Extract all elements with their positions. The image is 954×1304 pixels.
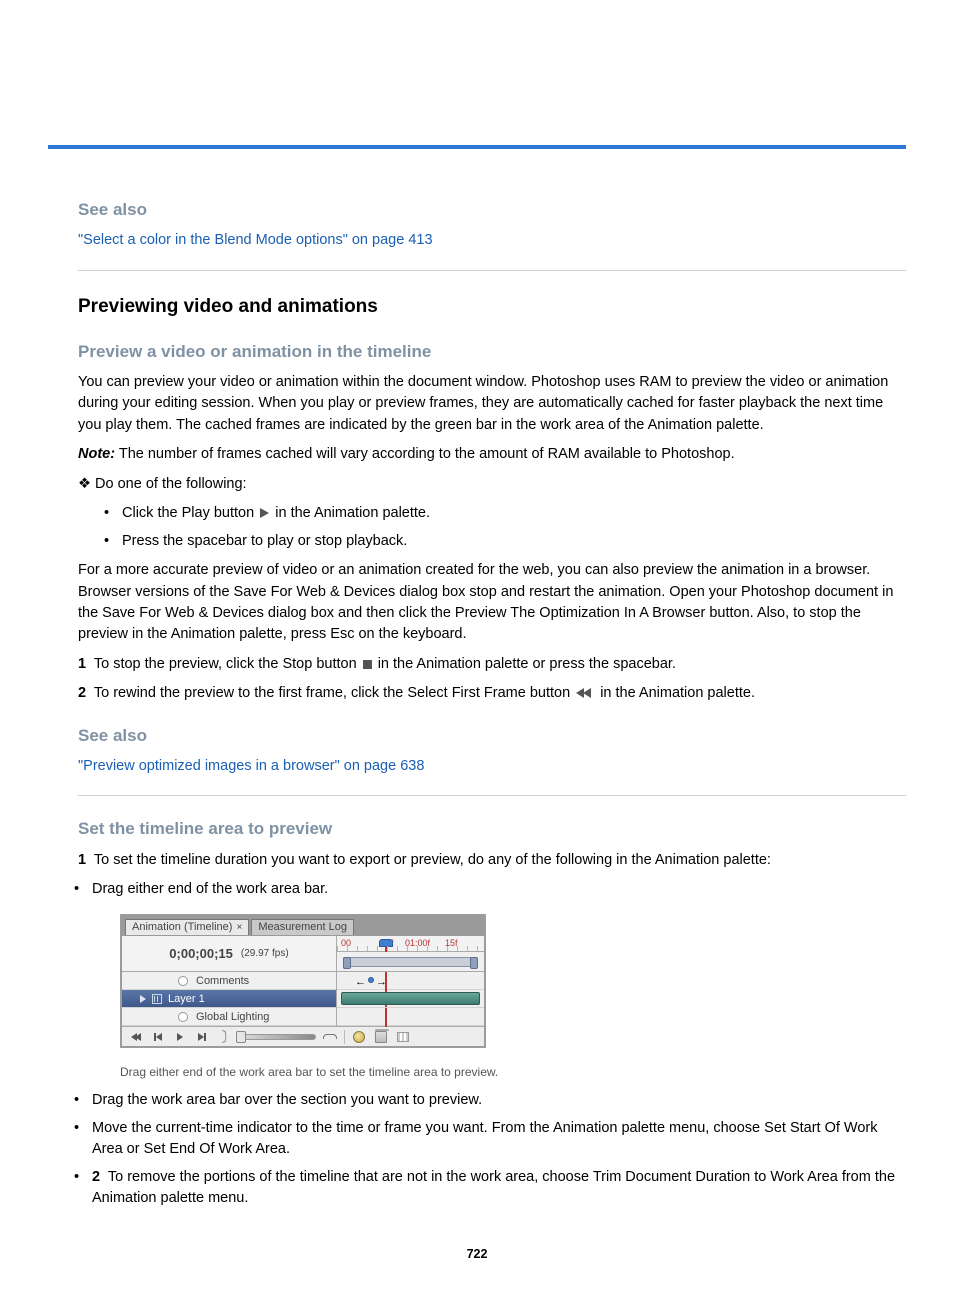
see-also-link-1[interactable]: "Select a color in the Blend Mode option… xyxy=(78,232,433,248)
list-item: Drag the work area bar over the section … xyxy=(92,1090,906,1111)
panel-tabs: Animation (Timeline) × Measurement Log xyxy=(122,916,484,936)
zoom-slider[interactable] xyxy=(238,1034,316,1040)
select-previous-frame-button[interactable] xyxy=(150,1030,166,1044)
see-also-link-2[interactable]: "Preview optimized images in a browser" … xyxy=(78,758,424,774)
close-icon[interactable]: × xyxy=(236,922,242,933)
track-row-bg xyxy=(337,1008,484,1026)
track-global-lighting[interactable]: Global Lighting xyxy=(122,1008,336,1026)
play-button[interactable] xyxy=(172,1030,188,1044)
step-number: 2 xyxy=(92,1169,100,1185)
bullet-text: Click the Play button xyxy=(122,505,254,521)
section-title: Previewing video and animations xyxy=(78,293,906,321)
see-also-heading: See also xyxy=(78,723,906,748)
audio-toggle-button[interactable] xyxy=(216,1030,232,1044)
track-label: Comments xyxy=(196,973,249,989)
tab-measurement-log[interactable]: Measurement Log xyxy=(251,919,354,935)
subsection-set-timeline-area: Set the timeline area to preview xyxy=(78,816,906,841)
divider xyxy=(78,795,906,796)
figure-caption: Drag either end of the work area bar to … xyxy=(120,1064,906,1082)
list-item: Move the current-time indicator to the t… xyxy=(92,1118,906,1161)
stopwatch-icon[interactable] xyxy=(178,1012,188,1022)
delete-button[interactable] xyxy=(373,1030,389,1044)
list-item: 2 To remove the portions of the timeline… xyxy=(92,1167,906,1210)
step-text: To stop the preview, click the Stop butt… xyxy=(94,656,357,672)
stop-icon xyxy=(363,660,372,669)
ruler-tick: 00 xyxy=(341,937,351,950)
animation-palette-figure: Animation (Timeline) × Measurement Log 0;… xyxy=(120,914,486,1048)
page-number: 722 xyxy=(48,1245,906,1264)
disclosure-triangle-icon[interactable] xyxy=(140,995,146,1003)
list-item: Drag either end of the work area bar. xyxy=(92,879,906,900)
step-number: 1 xyxy=(78,656,86,672)
body-paragraph: You can preview your video or animation … xyxy=(78,372,906,436)
track-label: Layer 1 xyxy=(168,991,205,1007)
work-area-end-handle[interactable] xyxy=(470,957,478,969)
step-number: 1 xyxy=(78,852,86,868)
rewind-icon xyxy=(576,688,594,698)
onion-skin-button[interactable] xyxy=(351,1030,367,1044)
step-text: in the Animation palette or press the sp… xyxy=(378,656,676,672)
subsection-preview-timeline: Preview a video or animation in the time… xyxy=(78,339,906,364)
ruler-tick: 01:00f xyxy=(405,937,430,950)
bullet-text: in the Animation palette. xyxy=(275,505,430,521)
select-next-frame-button[interactable] xyxy=(194,1030,210,1044)
time-ruler[interactable]: 00 05f 01:00f 15f xyxy=(337,936,484,952)
tab-label: Animation (Timeline) xyxy=(132,921,232,933)
note: Note: The number of frames cached will v… xyxy=(78,444,906,465)
filmstrip-icon xyxy=(152,994,162,1004)
track-label: Global Lighting xyxy=(196,1009,269,1025)
fps-value: (29.97 fps) xyxy=(241,947,289,962)
work-area-track: ←→ xyxy=(337,952,484,972)
step-text: To set the timeline duration you want to… xyxy=(94,852,771,868)
layer-duration-row xyxy=(337,990,484,1008)
play-icon xyxy=(260,508,269,518)
note-text: The number of frames cached will vary ac… xyxy=(119,446,735,462)
note-label: Note: xyxy=(78,446,115,462)
convert-to-frame-animation-button[interactable] xyxy=(395,1030,411,1044)
do-one-of: Do one of the following: xyxy=(95,476,247,492)
see-also-heading: See also xyxy=(78,197,906,222)
step-text: in the Animation palette. xyxy=(600,685,755,701)
list-item: Click the Play button in the Animation p… xyxy=(122,503,906,524)
top-rule xyxy=(48,145,906,149)
layer-duration-bar[interactable] xyxy=(341,992,480,1005)
step-number: 2 xyxy=(78,685,86,701)
current-timecode: 0;00;00;15 (29.97 fps) xyxy=(122,936,336,972)
body-paragraph: For a more accurate preview of video or … xyxy=(78,560,906,646)
ruler-tick: 15f xyxy=(445,937,458,950)
list-item: Press the spacebar to play or stop playb… xyxy=(122,531,906,552)
drag-hint-icon: ←→ xyxy=(355,974,387,990)
separator xyxy=(344,1030,345,1044)
current-time-indicator[interactable] xyxy=(379,939,393,951)
select-first-frame-button[interactable] xyxy=(128,1030,144,1044)
timecode-value: 0;00;00;15 xyxy=(169,944,233,963)
step-text: To rewind the preview to the first frame… xyxy=(94,685,570,701)
divider xyxy=(78,270,906,271)
track-comments[interactable]: Comments xyxy=(122,972,336,990)
zoom-slider-knob[interactable] xyxy=(236,1031,246,1043)
zoom-mountain-icon[interactable] xyxy=(322,1030,338,1044)
work-area-bar[interactable] xyxy=(343,957,478,967)
tab-animation-timeline[interactable]: Animation (Timeline) × xyxy=(125,919,249,935)
palette-footer xyxy=(122,1026,484,1046)
stopwatch-icon[interactable] xyxy=(178,976,188,986)
step-text: To remove the portions of the timeline t… xyxy=(92,1169,895,1206)
work-area-start-handle[interactable] xyxy=(343,957,351,969)
track-layer-1[interactable]: Layer 1 xyxy=(122,990,336,1008)
